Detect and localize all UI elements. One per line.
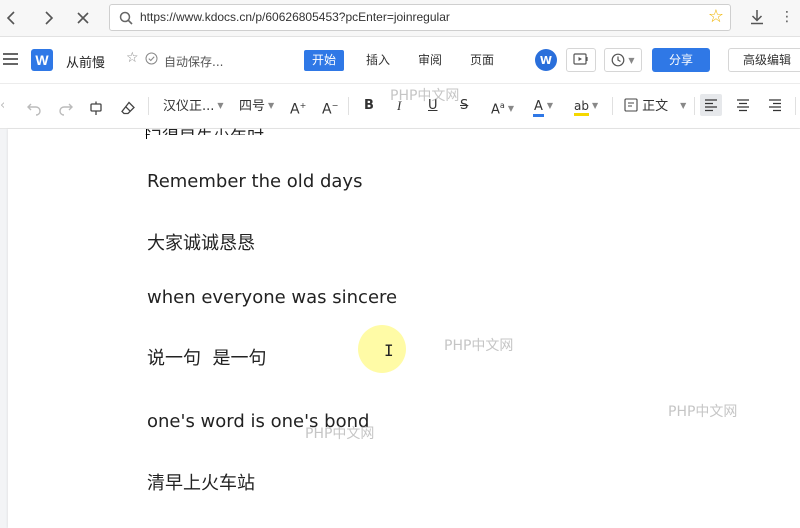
style-icon xyxy=(624,98,638,112)
align-left-button[interactable] xyxy=(700,94,722,116)
toolbar-divider xyxy=(348,97,349,115)
hamburger-menu-icon[interactable] xyxy=(3,53,18,65)
paragraph[interactable]: 说一句 是一句 xyxy=(147,344,266,370)
tab-insert[interactable]: 插入 xyxy=(358,50,398,71)
undo-icon[interactable] xyxy=(26,98,42,118)
download-icon[interactable] xyxy=(748,8,766,26)
paragraph-style-value: 正文 xyxy=(642,99,669,114)
align-right-button[interactable] xyxy=(764,94,786,116)
click-highlight xyxy=(358,325,406,373)
bookmark-star-icon[interactable]: ☆ xyxy=(708,8,724,26)
shrink-font-button[interactable]: A− xyxy=(322,96,338,118)
shrink-font-label: A xyxy=(322,101,332,118)
address-bar[interactable]: https://www.kdocs.cn/p/60626805453?pcEnt… xyxy=(109,4,731,31)
autosave-status: 自动保存... xyxy=(164,55,224,69)
font-color-button[interactable]: A ▼ xyxy=(533,96,554,117)
search-icon xyxy=(119,11,133,25)
format-painter-icon[interactable] xyxy=(89,98,105,118)
font-family-value: 汉仪正... xyxy=(163,99,215,114)
back-button[interactable] xyxy=(0,6,24,30)
watermark: PHP中文网 xyxy=(390,88,460,104)
toolbar-divider xyxy=(694,97,695,115)
paragraph[interactable]: when everyone was sincere xyxy=(147,287,397,308)
change-case-label: A xyxy=(491,102,500,118)
wps-writer-logo: W xyxy=(31,49,53,71)
tab-page[interactable]: 页面 xyxy=(462,50,502,71)
font-size-select[interactable]: 四号 ▼ xyxy=(239,96,274,116)
stop-loading-button[interactable] xyxy=(71,6,95,30)
grow-font-label: A xyxy=(290,101,300,118)
wps-logo-icon[interactable]: W xyxy=(535,49,557,71)
i-beam-cursor-icon: I xyxy=(384,341,394,360)
app-header: W 从前慢 ☆ 自动保存... 开始 插入 审阅 页面 W ▼ 分享 高级编辑 xyxy=(0,37,800,84)
watermark: PHP中文网 xyxy=(305,426,375,442)
align-left-icon xyxy=(705,99,717,112)
align-center-button[interactable] xyxy=(732,94,754,116)
toolbar-divider xyxy=(148,97,149,115)
autosave-check-icon xyxy=(145,52,158,65)
toolbar-divider xyxy=(795,97,796,115)
favorite-star-icon[interactable]: ☆ xyxy=(126,50,139,66)
advanced-edit-button[interactable]: 高级编辑 xyxy=(728,48,800,72)
watermark: PHP中文网 xyxy=(444,338,514,354)
chevron-down-icon: ▼ xyxy=(507,104,514,114)
font-family-select[interactable]: 汉仪正... ▼ xyxy=(163,96,224,116)
browser-menu-icon[interactable]: ⋮ xyxy=(780,9,798,27)
redo-icon[interactable] xyxy=(58,98,74,118)
toolbar-divider xyxy=(612,97,613,115)
watermark: PHP中文网 xyxy=(668,404,738,420)
highlight-color-label: ab xyxy=(574,99,589,116)
align-right-icon xyxy=(769,99,781,112)
presentation-button[interactable] xyxy=(566,48,596,72)
url-text: https://www.kdocs.cn/p/60626805453?pcEnt… xyxy=(140,10,450,24)
chevron-down-icon: ▼ xyxy=(680,101,687,110)
paragraph[interactable]: 大家诚诚恳恳 xyxy=(147,229,255,255)
history-button[interactable]: ▼ xyxy=(604,48,642,72)
highlight-color-button[interactable]: ab ▼ xyxy=(574,96,598,116)
share-button[interactable]: 分享 xyxy=(652,48,710,72)
chevron-down-icon: ▼ xyxy=(217,101,224,110)
grow-font-button[interactable]: A+ xyxy=(290,96,306,118)
font-size-value: 四号 xyxy=(239,99,266,114)
document-page[interactable]: 记得早先少年时 Remember the old days 大家诚诚恳恳 whe… xyxy=(8,128,800,528)
chevron-right-icon xyxy=(45,11,54,25)
chevron-down-icon: ▼ xyxy=(628,55,635,65)
chevron-down-icon: ▼ xyxy=(546,101,554,110)
browser-toolbar: https://www.kdocs.cn/p/60626805453?pcEnt… xyxy=(0,0,800,37)
paragraph-partial[interactable]: 记得早先少年时 xyxy=(145,123,264,135)
font-color-label: A xyxy=(533,99,544,117)
chevron-down-icon: ▼ xyxy=(591,101,599,110)
forward-button[interactable] xyxy=(36,6,60,30)
align-center-icon xyxy=(737,99,749,112)
bold-button[interactable]: B xyxy=(364,96,374,116)
screen-icon xyxy=(573,53,588,65)
clock-icon xyxy=(612,53,625,67)
tab-review[interactable]: 审阅 xyxy=(410,50,450,71)
chevron-down-icon: ▼ xyxy=(268,101,275,110)
text-caret xyxy=(146,129,147,139)
close-icon xyxy=(77,12,89,24)
change-case-button[interactable]: Aa ▼ xyxy=(491,96,514,118)
chevron-left-icon xyxy=(6,11,15,25)
tab-start[interactable]: 开始 xyxy=(304,50,345,71)
document-title[interactable]: 从前慢 xyxy=(66,52,105,71)
paragraph[interactable]: 清早上火车站 xyxy=(147,469,255,495)
paragraph-style-select[interactable]: 正文 ▼ xyxy=(624,96,686,116)
paragraph[interactable]: Remember the old days xyxy=(147,171,362,192)
document-canvas: 记得早先少年时 Remember the old days 大家诚诚恳恳 whe… xyxy=(0,128,800,528)
strikethrough-button[interactable]: S xyxy=(460,96,468,116)
clear-format-eraser-icon[interactable] xyxy=(120,98,136,118)
toolbar-scroll-left-icon[interactable]: ‹ xyxy=(0,96,5,116)
